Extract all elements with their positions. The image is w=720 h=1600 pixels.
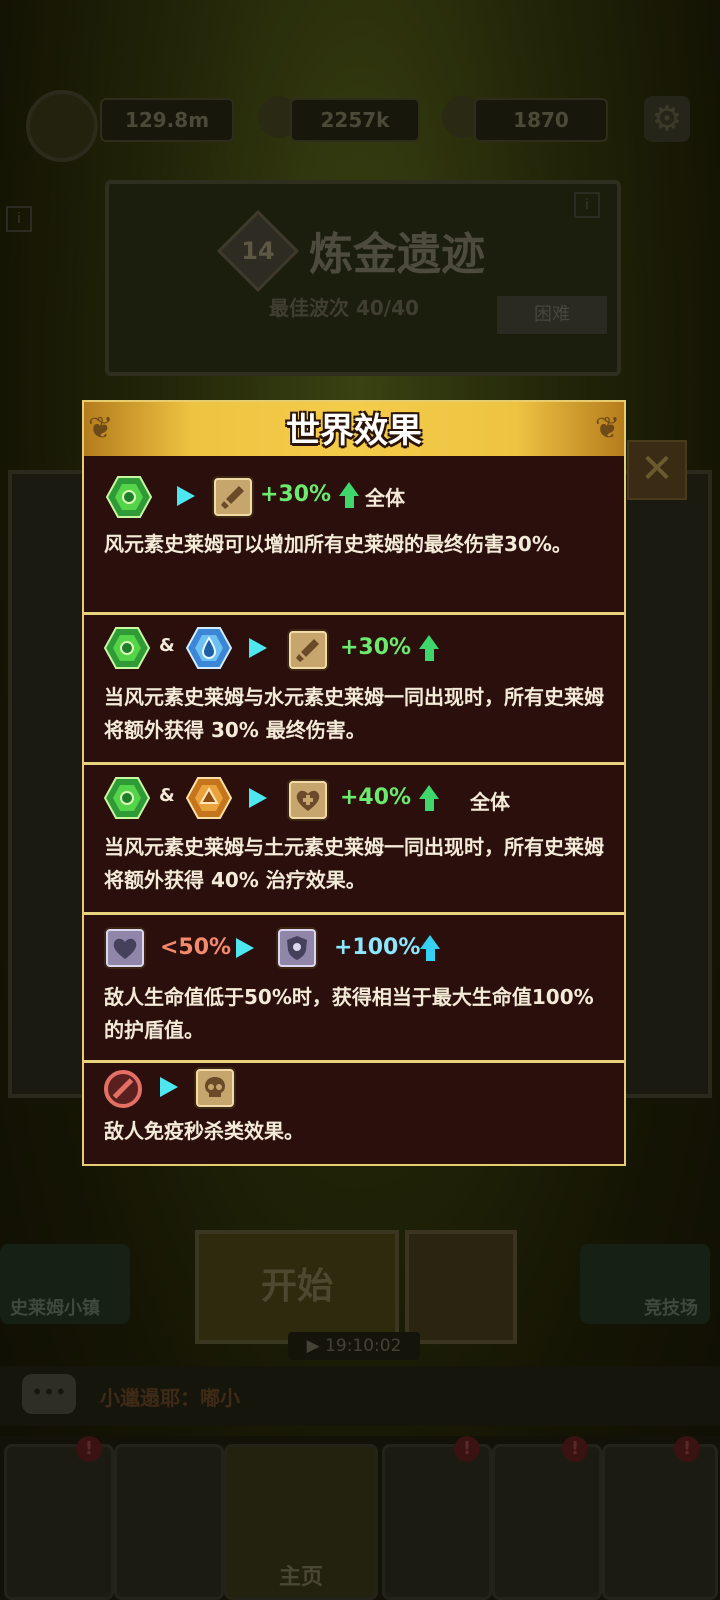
- up-arrow-icon: [419, 785, 439, 799]
- earth-element-icon: [186, 777, 232, 819]
- top-hud: 129.8m 2257k 1870 ⚙: [0, 90, 720, 162]
- best-wave: 最佳波次 40/40: [269, 292, 419, 321]
- effect-formula: <50% +100%: [84, 915, 624, 985]
- no-entry-icon: [104, 1070, 142, 1108]
- effect-row: & +30% 当风元素史莱姆与水元素史莱姆一同出现时，所有史莱姆将额外获得 30…: [84, 612, 624, 762]
- effect-description: 敌人生命值低于50%时，获得相当于最大生命值100%的护盾值。: [104, 985, 594, 1042]
- effect-description: 风元素史莱姆可以增加所有史莱姆的最终伤害30%。: [104, 532, 572, 556]
- effect-formula: & +30%: [84, 615, 624, 685]
- and-symbol: &: [159, 635, 175, 656]
- arrow-icon: [249, 638, 267, 658]
- effect-row: 敌人免疫秒杀类效果。: [84, 1060, 624, 1164]
- arrow-icon: [236, 938, 254, 958]
- sword-icon: [289, 631, 327, 669]
- up-arrow-icon: [425, 649, 434, 661]
- up-arrow-icon: [345, 496, 354, 508]
- up-arrow-icon: [426, 949, 435, 961]
- chat-icon[interactable]: •••: [22, 1374, 76, 1414]
- wind-element-icon: [106, 476, 152, 518]
- sword-icon: [214, 478, 252, 516]
- player-avatar[interactable]: [26, 90, 98, 162]
- world-effects-modal: ❦ 世界效果 ❦ +30% 全体 风元素史莱姆可以增加所有史莱姆的最终伤害30%…: [82, 400, 626, 1166]
- bottom-nav: ! 主页 ! ! !: [0, 1436, 720, 1600]
- settings-gear-icon[interactable]: ⚙: [644, 96, 690, 142]
- condition-value: <50%: [160, 935, 232, 960]
- heart-icon: [106, 929, 144, 967]
- gold-stat: 2257k: [290, 98, 420, 142]
- effect-description: 敌人免疫秒杀类效果。: [104, 1119, 304, 1143]
- power-value: 129.8m: [124, 108, 210, 132]
- gold-value: 2257k: [320, 108, 390, 132]
- nav-tab-home[interactable]: 主页: [224, 1444, 378, 1600]
- up-arrow-icon: [425, 799, 434, 811]
- effect-row: & +40% 全体 当风元素史莱姆与土元素史莱姆一同出现时，所有史莱姆将额外获得…: [84, 762, 624, 912]
- nav-tab-shop[interactable]: [4, 1444, 114, 1600]
- shield-icon: [278, 929, 316, 967]
- difficulty-tag[interactable]: 困难: [497, 296, 607, 334]
- nav-tab-equipment[interactable]: [492, 1444, 602, 1600]
- stage-card[interactable]: 14 炼金遗迹 最佳波次 40/40 困难: [105, 180, 621, 376]
- stage-title: 炼金遗迹: [309, 229, 485, 280]
- nav-tab-runes[interactable]: [114, 1444, 224, 1600]
- notification-badge: !: [454, 1436, 480, 1462]
- effect-row: +30% 全体 风元素史莱姆可以增加所有史莱姆的最终伤害30%。: [84, 456, 624, 612]
- effect-row: <50% +100% 敌人生命值低于50%时，获得相当于最大生命值100%的护盾…: [84, 912, 624, 1060]
- stage-number-badge: 14: [216, 209, 300, 293]
- water-element-icon: [186, 627, 232, 669]
- effect-scope: 全体: [365, 486, 405, 510]
- effect-formula: +30% 全体: [84, 456, 624, 526]
- skull-icon: [196, 1069, 234, 1107]
- modal-header: ❦ 世界效果 ❦: [84, 402, 624, 456]
- gems-stat: 1870: [474, 98, 608, 142]
- chat-bar[interactable]: ••• 小邋遢耶：嘟小: [0, 1366, 720, 1426]
- bottom-area: 史莱姆小镇 开始 竞技场 ▶ 19:10:02 ••• 小邋遢耶：嘟小 ! 主页…: [0, 1180, 720, 1600]
- modal-title: 世界效果: [286, 411, 422, 451]
- effect-scope: 全体: [470, 790, 510, 814]
- wind-element-icon: [104, 627, 150, 669]
- stage-number: 14: [241, 237, 275, 265]
- heart-heal-icon: [289, 781, 327, 819]
- info-icon-right[interactable]: i: [574, 192, 600, 218]
- best-wave-value: 40/40: [355, 296, 419, 320]
- gems-value: 1870: [513, 108, 569, 132]
- notification-badge: !: [562, 1436, 588, 1462]
- effect-description: 当风元素史莱姆与土元素史莱姆一同出现时，所有史莱姆将额外获得 40% 治疗效果。: [104, 835, 604, 892]
- effect-description: 当风元素史莱姆与水元素史莱姆一同出现时，所有史莱姆将额外获得 30% 最终伤害。: [104, 685, 604, 742]
- close-icon[interactable]: ✕: [627, 440, 687, 500]
- up-arrow-icon: [419, 635, 439, 649]
- effect-formula: & +40% 全体: [84, 765, 624, 835]
- effect-value: +30%: [340, 635, 412, 660]
- effect-value: +30%: [260, 482, 332, 507]
- best-wave-label: 最佳波次: [269, 296, 349, 320]
- and-symbol: &: [159, 785, 175, 806]
- timer: ▶ 19:10:02: [288, 1332, 420, 1360]
- effect-value: +100%: [334, 935, 421, 960]
- start-button[interactable]: 开始: [195, 1230, 399, 1344]
- notification-badge: !: [76, 1436, 102, 1462]
- power-stat: 129.8m: [100, 98, 234, 142]
- up-arrow-icon: [339, 482, 359, 496]
- slime-town-label: 史莱姆小镇: [10, 1298, 100, 1319]
- nav-home-label: 主页: [278, 1565, 323, 1590]
- team-button[interactable]: [405, 1230, 517, 1344]
- up-arrow-icon: [420, 935, 440, 949]
- chat-text: 小邋遢耶：嘟小: [100, 1386, 240, 1410]
- side-panel-right: [618, 470, 712, 1098]
- arrow-icon: [160, 1077, 178, 1097]
- info-icon-left[interactable]: i: [6, 206, 32, 232]
- corner-ornament-icon: ❦: [594, 411, 620, 446]
- wind-element-icon: [104, 777, 150, 819]
- arrow-icon: [177, 486, 195, 506]
- arrow-icon: [249, 788, 267, 808]
- arena-label: 竞技场: [644, 1298, 698, 1319]
- effect-value: +40%: [340, 785, 412, 810]
- nav-tab-slimes[interactable]: [382, 1444, 492, 1600]
- nav-tab-battle[interactable]: [602, 1444, 718, 1600]
- notification-badge: !: [674, 1436, 700, 1462]
